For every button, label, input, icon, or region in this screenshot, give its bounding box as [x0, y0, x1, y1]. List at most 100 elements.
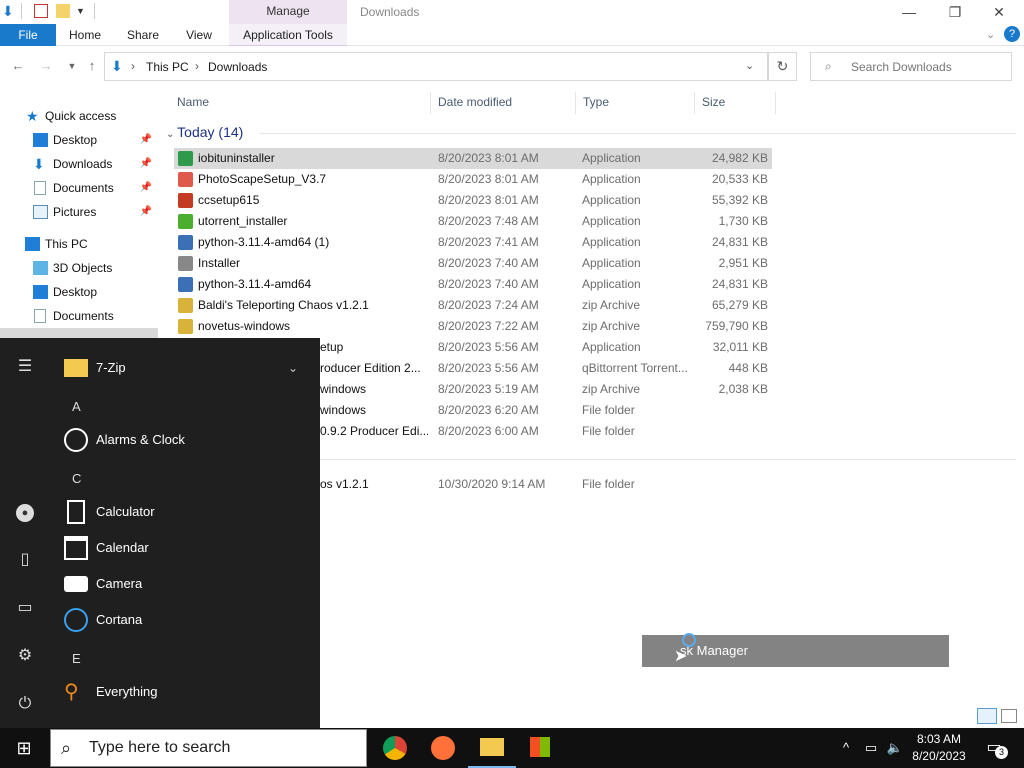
nav-item-selected-partial[interactable] [0, 328, 158, 338]
start-app-calendar[interactable]: Calendar [60, 530, 320, 566]
new-folder-icon[interactable] [56, 4, 70, 18]
qat-dropdown-icon[interactable]: ▼ [76, 6, 85, 16]
file-row[interactable]: roducer Edition 2... 8/20/2023 5:56 AM qBi… [320, 358, 772, 379]
start-app-camera[interactable]: Camera [60, 566, 320, 602]
file-row[interactable]: etup 8/20/2023 5:56 AM Application 32,011 K… [320, 337, 772, 358]
help-icon[interactable]: ? [1004, 26, 1020, 42]
nav-quick-access[interactable]: ★ Quick access [0, 105, 158, 127]
maximize-button[interactable]: ❐ [932, 0, 978, 24]
nav-item-desktop[interactable]: Desktop 📌 [0, 129, 158, 151]
file-explorer-taskbar-icon[interactable] [468, 728, 516, 768]
file-row[interactable]: PhotoScapeSetup_V3.7 8/20/2023 8:01 AM App… [174, 169, 772, 190]
download-icon[interactable]: ⬇ [2, 4, 16, 18]
file-type: Application [582, 151, 641, 165]
file-row[interactable]: python-3.11.4-amd64 (1) 8/20/2023 7:41 AM… [174, 232, 772, 253]
minimize-button[interactable]: — [886, 0, 932, 24]
nav-item-downloads[interactable]: ⬇ Downloads 📌 [0, 153, 158, 175]
taskbar-search-box[interactable]: ⌕ Type here to search [50, 729, 367, 767]
column-size[interactable]: Size [702, 92, 776, 114]
search-box[interactable]: ⌕ Search Downloads [810, 52, 1012, 81]
tab-share[interactable]: Share [120, 24, 166, 46]
letter-header-e[interactable]: E [72, 651, 81, 666]
properties-icon[interactable] [34, 4, 48, 18]
start-app-calculator[interactable]: Calculator [60, 494, 320, 530]
start-app-everything[interactable]: ⚲ Everything [60, 674, 320, 710]
file-row[interactable]: iobituninstaller 8/20/2023 8:01 AM Applica… [174, 148, 772, 169]
nav-item-3d-objects[interactable]: 3D Objects [0, 257, 158, 279]
tab-home[interactable]: Home [62, 24, 108, 46]
up-button[interactable]: ↑ [84, 58, 100, 74]
power-icon[interactable]: ⏻ [12, 691, 38, 717]
tab-view[interactable]: View [176, 24, 222, 46]
expand-ribbon-icon[interactable]: ⌄ [986, 28, 995, 41]
start-app-alarms-clock[interactable]: Alarms & Clock [60, 422, 320, 458]
tab-application-tools[interactable]: Application Tools [229, 24, 347, 46]
file-type: Application [582, 340, 641, 354]
nav-item-desktop-pc[interactable]: Desktop [0, 281, 158, 303]
letter-header-c[interactable]: C [72, 471, 81, 486]
firefox-taskbar-icon[interactable] [419, 728, 467, 768]
downloads-folder-icon: ⬇ [111, 58, 123, 74]
file-date-modified: 8/20/2023 7:40 AM [438, 256, 539, 270]
file-row[interactable]: python-3.11.4-amd64 8/20/2023 7:40 AM Appl… [174, 274, 772, 295]
file-type: Application [582, 277, 641, 291]
network-icon[interactable]: ▭ [860, 728, 882, 768]
file-row[interactable]: Baldi's Teleporting Chaos v1.2.1 8/20/202… [174, 295, 772, 316]
show-hidden-icons-icon[interactable]: ^ [836, 728, 856, 768]
microsoft-store-taskbar-icon[interactable] [516, 728, 564, 768]
group-header-today[interactable]: ⌄ Today (14) [166, 124, 243, 140]
windows-start-button[interactable]: ⊞ [0, 728, 48, 768]
refresh-button[interactable]: ↻ [768, 52, 797, 81]
large-icons-view-icon[interactable] [1001, 709, 1017, 723]
file-row[interactable]: windows 8/20/2023 5:19 AM zip Archive 2,038… [320, 379, 772, 400]
file-type: File folder [582, 424, 635, 438]
tab-file[interactable]: File [0, 24, 56, 46]
nav-label: Downloads [53, 157, 113, 171]
nav-this-pc[interactable]: This PC [0, 233, 158, 255]
file-date-modified: 8/20/2023 8:01 AM [438, 172, 539, 186]
file-row[interactable]: novetus-windows 8/20/2023 7:22 AM zip Arch… [174, 316, 772, 337]
settings-gear-icon[interactable]: ⚙ [12, 643, 38, 669]
group-divider [320, 459, 1016, 460]
file-row[interactable]: 0.9.2 Producer Edi... 8/20/2023 6:00 AM Fi… [320, 421, 772, 442]
download-icon: ⬇ [33, 156, 45, 172]
file-type: Application [582, 235, 641, 249]
file-icon [178, 256, 193, 271]
file-row[interactable]: Installer 8/20/2023 7:40 AM Application 2,9… [174, 253, 772, 274]
back-button[interactable]: ← [10, 58, 26, 74]
file-row[interactable]: windows 8/20/2023 6:20 AM File folder [320, 400, 772, 421]
notification-center-icon[interactable]: ▭ 3 [980, 728, 1008, 768]
recent-locations-icon[interactable]: ▼ [64, 58, 80, 74]
clock-date: 8/20/2023 [912, 749, 966, 763]
breadcrumb-this-pc[interactable]: This PC [146, 60, 189, 74]
breadcrumb-downloads[interactable]: Downloads [208, 60, 267, 74]
file-row[interactable]: ccsetup615 8/20/2023 8:01 AM Application 55… [174, 190, 772, 211]
taskbar-clock[interactable]: 8:03 AM 8/20/2023 [908, 731, 970, 765]
volume-icon[interactable]: 🔈 [884, 728, 906, 768]
chrome-taskbar-icon[interactable] [371, 728, 419, 768]
nav-item-pictures[interactable]: Pictures 📌 [0, 201, 158, 223]
nav-item-documents-pc[interactable]: Documents [0, 305, 158, 327]
column-name[interactable]: Name [177, 92, 431, 114]
start-folder-7zip[interactable]: 7-Zip ⌄ [60, 350, 320, 386]
nav-item-documents[interactable]: Documents 📌 [0, 177, 158, 199]
column-type[interactable]: Type [583, 92, 695, 114]
letter-header-a[interactable]: A [72, 399, 81, 414]
details-view-icon[interactable] [977, 708, 997, 724]
task-manager-tooltip[interactable]: sk Manager ➤ [642, 633, 949, 667]
file-row[interactable]: os v1.2.1 10/30/2020 9:14 AM File folder [320, 474, 772, 495]
file-name: windows [320, 403, 367, 417]
hamburger-menu-icon[interactable]: ☰ [12, 354, 38, 380]
address-dropdown-icon[interactable]: ⌄ [745, 59, 754, 72]
forward-button[interactable]: → [38, 58, 54, 74]
address-bar[interactable]: ⬇ › This PC › Downloads ⌄ [104, 52, 768, 81]
file-row[interactable]: utorrent_installer 8/20/2023 7:48 AM Appli… [174, 211, 772, 232]
pictures-icon[interactable]: ▭ [12, 595, 38, 621]
close-button[interactable]: ✕ [976, 0, 1022, 24]
user-account-icon[interactable]: ● [12, 499, 38, 525]
column-date-modified[interactable]: Date modified [438, 92, 576, 114]
documents-icon[interactable]: ▯ [12, 547, 38, 573]
pin-icon: 📌 [139, 182, 152, 193]
start-app-cortana[interactable]: Cortana [60, 602, 320, 638]
desktop-icon [33, 285, 48, 299]
